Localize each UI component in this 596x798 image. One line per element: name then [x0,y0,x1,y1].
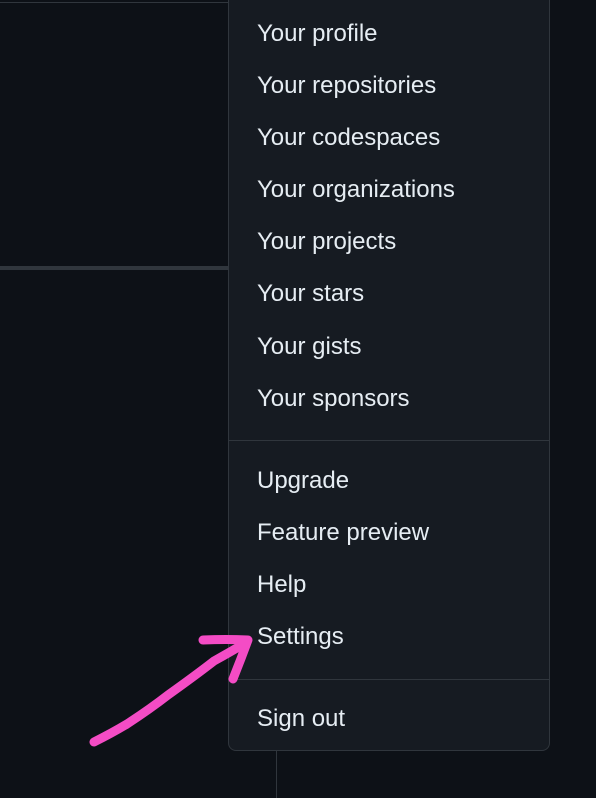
menu-item-your-profile[interactable]: Your profile [257,16,378,52]
user-dropdown-menu: Your profile Your repositories Your code… [228,0,550,751]
menu-item-your-organizations[interactable]: Your organizations [257,172,455,208]
menu-item-help[interactable]: Help [257,567,306,603]
content-divider [0,266,230,270]
menu-item-your-repositories[interactable]: Your repositories [257,68,436,104]
menu-item-settings[interactable]: Settings [257,619,344,655]
menu-item-your-stars[interactable]: Your stars [257,276,364,312]
menu-item-upgrade[interactable]: Upgrade [257,463,349,499]
page: Your profile Your repositories Your code… [0,0,596,798]
menu-item-your-projects[interactable]: Your projects [257,224,396,260]
menu-item-your-sponsors[interactable]: Your sponsors [257,381,410,417]
menu-item-feature-preview[interactable]: Feature preview [257,515,429,551]
menu-item-your-codespaces[interactable]: Your codespaces [257,120,440,156]
column-divider [276,750,277,798]
menu-item-your-gists[interactable]: Your gists [257,329,362,365]
menu-item-sign-out[interactable]: Sign out [257,701,345,737]
menu-separator [229,679,549,680]
header-divider [0,2,230,3]
menu-separator [229,440,549,441]
